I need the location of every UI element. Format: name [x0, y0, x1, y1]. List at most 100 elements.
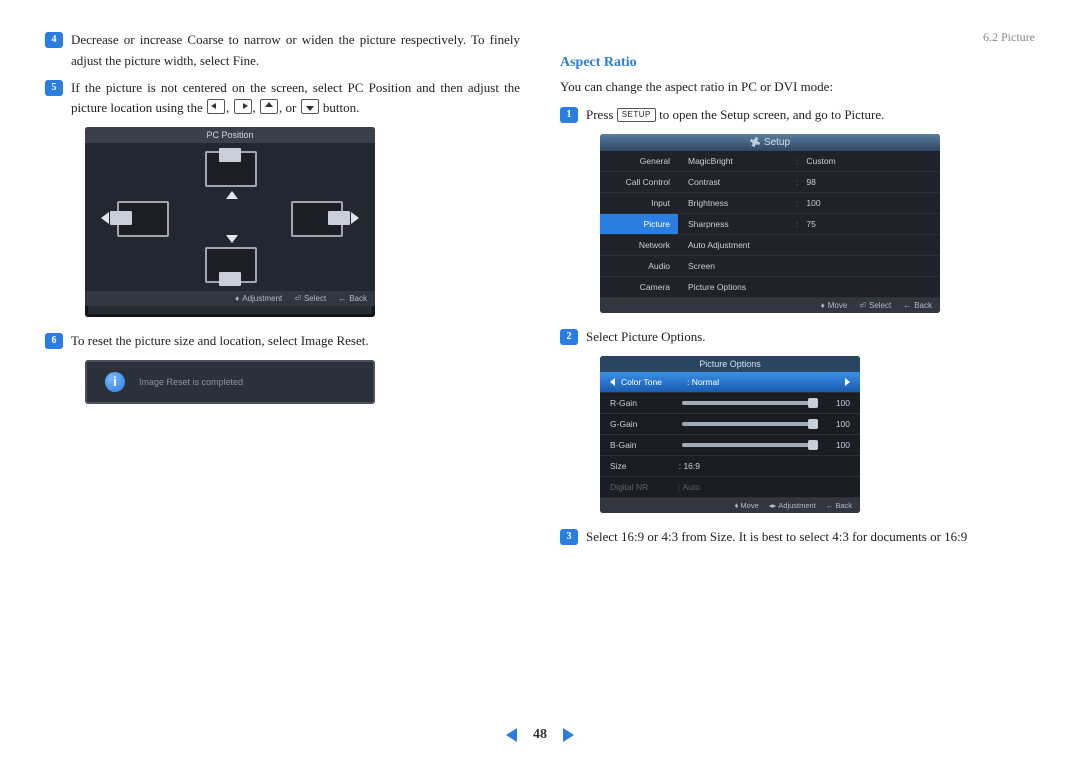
setup-row: Sharpness: 75 [678, 214, 940, 235]
setup-row-label: Screen [688, 261, 788, 271]
or-text: , or [279, 100, 300, 115]
setup-row: Auto Adjustment [678, 235, 940, 256]
comma-2: , [253, 100, 260, 115]
picopt-row-value: : Normal [687, 377, 839, 387]
step-1-text: Press SETUP to open the Setup screen, an… [586, 105, 1035, 126]
down-arrow-icon [301, 99, 319, 114]
setup-row: MagicBright: Custom [678, 151, 940, 172]
setup-footer-back: ← Back [903, 301, 932, 310]
colon: : [796, 219, 798, 229]
left-column: 4 Decrease or increase Coarse to narrow … [45, 30, 520, 553]
setup-nav-item: Audio [600, 256, 678, 277]
setup-row-value: 75 [806, 219, 815, 229]
arrow-right-icon [351, 212, 359, 224]
step-2-text: Select Picture Options. [586, 327, 1035, 348]
step-5-text: If the picture is not centered on the sc… [71, 78, 520, 120]
setup-nav-item: Camera [600, 277, 678, 298]
picture-options-row: Size : 16:9 [600, 456, 860, 477]
setup-row-label: MagicBright [688, 156, 788, 166]
pc-position-title: PC Position [85, 127, 375, 143]
screen-box-bottom [205, 247, 257, 283]
setup-footer-move: ♦ Move [821, 301, 848, 310]
step-3-text: Select 16:9 or 4:3 from Size. It is best… [586, 527, 1035, 548]
arrow-up-icon [226, 191, 238, 199]
page-number: 48 [533, 727, 547, 743]
image-reset-figure: i Image Reset is completed [85, 360, 375, 404]
next-page-icon[interactable] [563, 728, 574, 742]
setup-title: Setup [764, 137, 790, 148]
setup-row-value: 98 [806, 177, 815, 187]
picture-options-row: R-Gain 100 [600, 393, 860, 414]
comma-1: , [226, 100, 233, 115]
picture-options-row: Color Tone : Normal [600, 372, 860, 393]
pc-position-footer: ♦ Adjustment ⏎ Select ← Back [85, 291, 375, 306]
gear-icon [750, 137, 760, 147]
picopt-row-value: : 16:9 [676, 461, 700, 471]
picopt-row-label: Color Tone [621, 377, 681, 387]
setup-row-label: Sharpness [688, 219, 788, 229]
picture-options-footer: ♦ Move ◂▸ Adjustment ← Back [600, 498, 860, 513]
picopt-row-label: Size [610, 461, 670, 471]
colon: : [796, 198, 798, 208]
chevron-left-icon [610, 378, 615, 386]
setup-nav-item: Picture [600, 214, 678, 235]
setup-header: Setup [600, 134, 940, 151]
step-5-text-b: button. [320, 100, 360, 115]
picture-options-title: Picture Options [600, 356, 860, 372]
picture-options-row: B-Gain 100 [600, 435, 860, 456]
step-3: 3 Select 16:9 or 4:3 from Size. It is be… [560, 527, 1035, 548]
footer-back: ← Back [338, 294, 367, 303]
setup-row-value: 100 [806, 198, 820, 208]
picture-options-row: Digital NR : Auto [600, 477, 860, 498]
picopt-row-label: Digital NR [610, 482, 670, 492]
picopt-row-value: 100 [826, 419, 850, 429]
picopt-footer-adjustment: ◂▸ Adjustment [769, 501, 816, 510]
setup-row-label: Picture Options [688, 282, 788, 292]
setup-row-label: Brightness [688, 198, 788, 208]
right-column: 6.2 Picture Aspect Ratio You can change … [560, 30, 1035, 553]
picopt-row-value: 100 [826, 440, 850, 450]
picopt-row-label: B-Gain [610, 440, 670, 450]
slider [682, 401, 814, 405]
prev-page-icon[interactable] [506, 728, 517, 742]
slider [682, 422, 814, 426]
right-arrow-icon [234, 99, 252, 114]
setup-footer: ♦ Move ⏎ Select ← Back [600, 298, 940, 313]
step-6-text: To reset the picture size and location, … [71, 331, 520, 352]
arrow-left-icon [101, 212, 109, 224]
picopt-row-label: R-Gain [610, 398, 670, 408]
setup-row: Contrast: 98 [678, 172, 940, 193]
chevron-right-icon [845, 378, 850, 386]
picopt-row-value: : Auto [676, 482, 700, 492]
picopt-footer-back: ← Back [826, 501, 852, 510]
footer-adjustment: ♦ Adjustment [235, 294, 282, 303]
setup-row: Brightness: 100 [678, 193, 940, 214]
step-1: 1 Press SETUP to open the Setup screen, … [560, 105, 1035, 126]
setup-body: GeneralCall ControlInputPictureNetworkAu… [600, 151, 940, 298]
picopt-row-label: G-Gain [610, 419, 670, 429]
pc-position-figure: PC Position ♦ Adjustment ⏎ Select ← Back [85, 127, 375, 317]
colon: : [796, 156, 798, 166]
pc-position-canvas [85, 143, 375, 291]
picopt-row-value: 100 [826, 398, 850, 408]
up-arrow-icon [260, 99, 278, 114]
setup-nav-item: Call Control [600, 172, 678, 193]
image-reset-message: Image Reset is completed [139, 377, 243, 387]
step-number-3: 3 [560, 529, 578, 545]
step-4-text: Decrease or increase Coarse to narrow or… [71, 30, 520, 72]
setup-screen-figure: Setup GeneralCall ControlInputPictureNet… [600, 134, 940, 313]
setup-row: Picture Options [678, 277, 940, 298]
setup-row-label: Auto Adjustment [688, 240, 788, 250]
footer-select: ⏎ Select [294, 294, 326, 303]
step-number-6: 6 [45, 333, 63, 349]
section-label: 6.2 Picture [560, 30, 1035, 45]
picopt-footer-move: ♦ Move [735, 501, 759, 510]
colon: : [796, 177, 798, 187]
step-number-1: 1 [560, 107, 578, 123]
step-1-text-a: Press [586, 107, 617, 122]
step-1-text-b: to open the Setup screen, and go to Pict… [656, 107, 885, 122]
step-number-4: 4 [45, 32, 63, 48]
step-2: 2 Select Picture Options. [560, 327, 1035, 348]
slider [682, 443, 814, 447]
screen-box-top [205, 151, 257, 187]
